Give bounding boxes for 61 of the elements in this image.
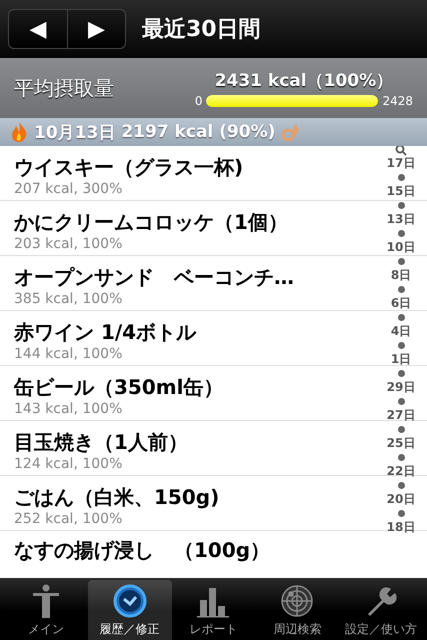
index-dot (398, 398, 404, 405)
index-dot (398, 370, 404, 377)
index-dot (398, 426, 404, 433)
index-label[interactable]: 29日 (386, 380, 416, 395)
tab[interactable]: レポート (172, 580, 256, 640)
index-dot (398, 230, 404, 237)
index-dot (398, 286, 404, 293)
index-label[interactable]: 13日 (386, 212, 416, 227)
radar-icon (280, 584, 314, 618)
next-button[interactable]: ▶ (67, 10, 125, 48)
index-dot (398, 510, 404, 517)
index-dot (398, 342, 404, 349)
flame-icon (10, 122, 28, 142)
bar-min: 0 (194, 94, 202, 108)
index-dot (398, 202, 404, 209)
food-detail: 124 kcal, 100% (14, 456, 122, 472)
summary-label: 平均摂取量 (14, 74, 114, 102)
index-label[interactable]: 18日 (386, 520, 416, 535)
food-detail: 207 kcal, 300% (14, 180, 122, 196)
food-name: なすの揚げ浸し （100g） (14, 537, 270, 564)
search-icon[interactable] (395, 146, 407, 156)
person-icon (30, 584, 61, 618)
index-label[interactable]: 10日 (386, 240, 416, 255)
index-label[interactable]: 25日 (386, 436, 416, 451)
food-detail: 385 kcal, 100% (14, 290, 122, 306)
food-name: オープンサンド ベーコンチ… (14, 264, 294, 290)
tab[interactable]: 設定／使い方 (339, 580, 423, 640)
clock-icon (112, 584, 147, 618)
food-detail: 252 kcal, 100% (14, 510, 122, 526)
food-detail: 144 kcal, 100% (14, 346, 122, 362)
section-date: 10月13日 (34, 122, 116, 144)
tab[interactable]: メイン (4, 580, 88, 640)
index-dot (398, 258, 404, 265)
index-dot (398, 454, 404, 461)
index-dot (398, 314, 404, 321)
previous-button[interactable]: ◀ (9, 10, 67, 48)
food-detail: 203 kcal, 100% (14, 236, 122, 252)
index-label[interactable]: 17日 (386, 156, 416, 171)
summary-value: 2431 kcal（100%） (214, 70, 394, 92)
bar-max: 2428 (382, 94, 413, 108)
section-total: 2197 kcal (90%) (121, 122, 276, 142)
tab[interactable]: 履歴／修正 (88, 580, 172, 640)
index-label[interactable]: 27日 (386, 408, 416, 423)
index-label[interactable]: 1日 (390, 352, 412, 367)
food-name: かにクリームコロッケ（1個） (14, 208, 288, 236)
food-name: 目玉焼き（1人前） (14, 428, 188, 456)
food-name: ウイスキー（グラス一杯) (14, 154, 244, 180)
index-label[interactable]: 8日 (390, 268, 412, 283)
nav-title: 最近30日間 (142, 16, 261, 44)
index-label[interactable]: 4日 (390, 324, 412, 339)
index-label[interactable]: 15日 (386, 184, 416, 199)
food-detail: 143 kcal, 100% (14, 400, 122, 416)
index-label[interactable]: 22日 (386, 464, 416, 479)
index-label[interactable]: 20日 (386, 492, 416, 507)
food-name: ごはん（白米、150g) (14, 484, 220, 510)
food-name: 赤ワイン 1/4ボトル (14, 318, 196, 346)
index-dot (398, 174, 404, 181)
tab[interactable]: 周辺検索 (255, 580, 340, 640)
food-name: 缶ビール（350ml缶） (14, 374, 224, 400)
index-label[interactable]: 6日 (390, 296, 412, 311)
index-dot (398, 482, 404, 489)
